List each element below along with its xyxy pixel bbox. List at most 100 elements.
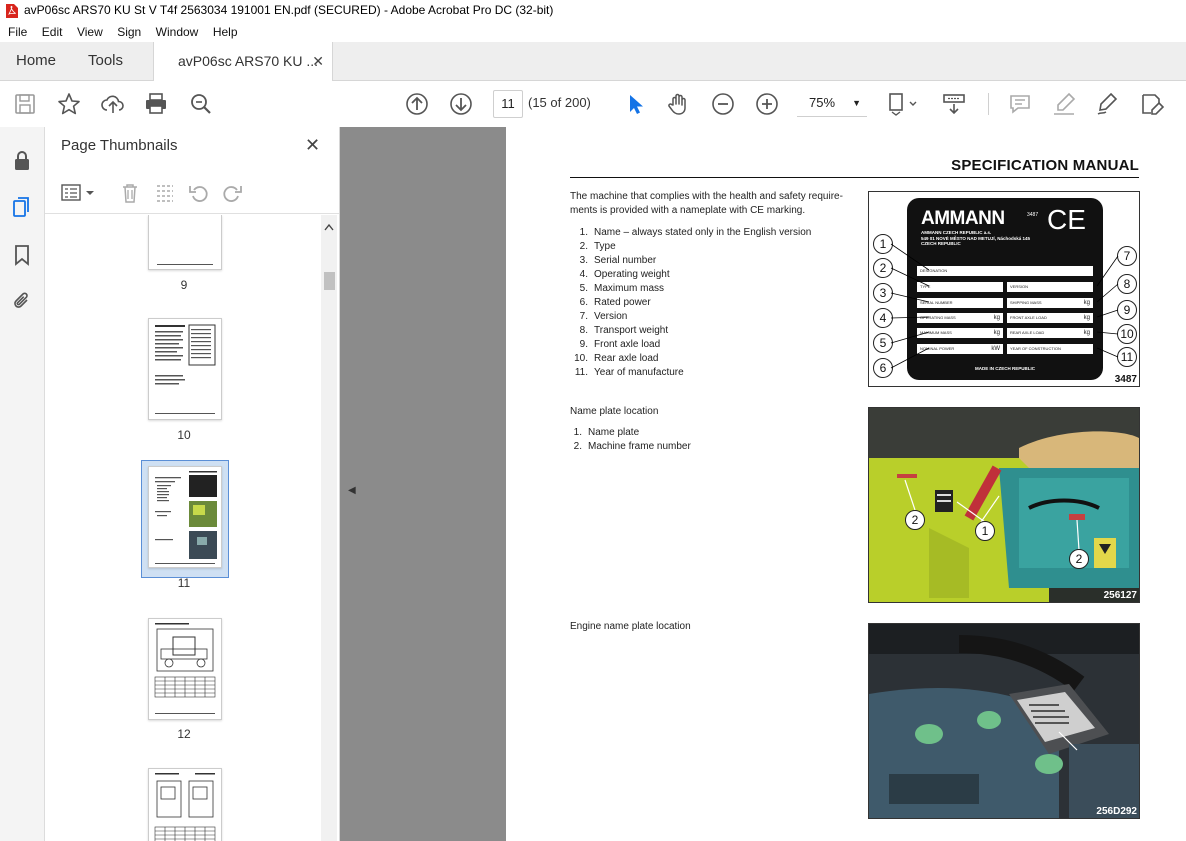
scroll-mode-icon[interactable]	[941, 91, 967, 117]
list-item: 8. Transport weight	[579, 325, 669, 336]
figure-code: 256D292	[1096, 806, 1137, 817]
scrollbar-thumb[interactable]	[324, 272, 335, 290]
acrobat-pdf-icon	[6, 4, 18, 18]
lock-icon[interactable]	[10, 149, 34, 173]
bookmark-star-icon[interactable]	[56, 91, 82, 117]
list-item: 9. Front axle load	[579, 339, 661, 350]
title-bar: avP06sc ARS70 KU St V T4f 2563034 191001…	[0, 0, 1186, 22]
heading-rule	[570, 177, 1139, 178]
intro-paragraph: The machine that complies with the healt…	[570, 190, 850, 218]
chevron-down-icon: ▼	[852, 98, 861, 108]
page-number-input[interactable]: 11	[493, 90, 523, 118]
list-item: 3. Serial number	[579, 255, 657, 266]
window-title: avP06sc ARS70 KU St V T4f 2563034 191001…	[24, 3, 554, 17]
panel-title: Page Thumbnails	[61, 137, 178, 154]
figure-code: 256127	[1103, 590, 1137, 601]
nameplate-items-list: 1. Name – always stated only in the Engli…	[570, 226, 811, 380]
bookmarks-icon[interactable]	[10, 243, 34, 267]
thumbnail-label: 12	[177, 727, 191, 741]
collapse-panel-icon[interactable]: ◀	[348, 485, 356, 496]
list-item: 5. Maximum mass	[579, 283, 665, 294]
zoom-out-icon[interactable]	[710, 91, 736, 117]
rotate-counterclockwise-icon[interactable]	[188, 182, 210, 204]
nameplate-figure: AMMANN 3487 CE AMMANN CZECH REPUBLIC a.s…	[868, 191, 1140, 387]
highlight-pen-icon[interactable]	[1051, 91, 1077, 117]
list-item: 1. Name plate	[573, 427, 640, 438]
toolbar-separator	[988, 93, 989, 115]
zoom-in-icon[interactable]	[754, 91, 780, 117]
hand-tool-icon[interactable]	[666, 91, 692, 117]
thumbnail-list: 9 10 11 12	[45, 215, 320, 841]
menu-help[interactable]: Help	[213, 22, 238, 42]
list-item: 4. Operating weight	[579, 269, 670, 280]
callout-leader-lines	[904, 479, 1080, 551]
list-item: 10. Rear axle load	[574, 353, 659, 364]
engine-plate-location-photo: 256D292	[868, 623, 1140, 819]
thumbnail-scrollbar[interactable]	[321, 215, 337, 841]
section-heading-engine-plate: Engine name plate location	[570, 621, 691, 632]
page-thumbnails-panel: Page Thumbnails ✕ 9 10 11 12	[45, 127, 340, 841]
list-item: 7. Version	[579, 311, 628, 322]
thumbnail-label: 11	[177, 576, 191, 590]
thumbnail-label: 10	[177, 428, 191, 442]
comment-icon[interactable]	[1007, 91, 1033, 117]
pdf-page: SPECIFICATION MANUAL The machine that co…	[506, 127, 1186, 841]
page-thumbnail-selected[interactable]	[148, 466, 222, 568]
zoom-level-value: 75%	[809, 95, 836, 110]
menu-sign[interactable]: Sign	[117, 22, 141, 42]
page-thumbnail[interactable]	[148, 318, 222, 420]
page-thumbnail[interactable]	[148, 768, 222, 841]
scroll-up-icon[interactable]	[324, 223, 334, 231]
menu-window[interactable]: Window	[156, 22, 199, 42]
list-item: 6. Rated power	[579, 297, 651, 308]
panel-toolbar	[45, 173, 339, 214]
tab-bar: Home Tools avP06sc ARS70 KU ... ✕	[0, 42, 1186, 81]
tab-tools[interactable]: Tools	[88, 42, 123, 80]
next-page-icon[interactable]	[448, 91, 474, 117]
close-panel-icon[interactable]: ✕	[305, 135, 320, 156]
zoom-search-icon[interactable]	[188, 91, 214, 117]
previous-page-icon[interactable]	[404, 91, 430, 117]
left-rail	[0, 127, 45, 841]
rotate-clockwise-icon[interactable]	[221, 182, 243, 204]
page-thumbnails-icon[interactable]	[10, 195, 34, 219]
select-cursor-icon[interactable]	[622, 91, 648, 117]
callout-2: 2	[905, 510, 925, 530]
sign-pen-icon[interactable]	[1095, 91, 1121, 117]
close-tab-icon[interactable]: ✕	[312, 42, 324, 80]
figure-code: 3487	[1114, 374, 1137, 385]
location-items-list: 1. Name plate 2. Machine frame number	[570, 426, 691, 454]
fill-sign-icon[interactable]	[1139, 91, 1165, 117]
zoom-level-select[interactable]: 75% ▼	[797, 90, 867, 117]
callout-2: 2	[1069, 549, 1089, 569]
page-thumbnail[interactable]	[148, 618, 222, 720]
page-thumbnail[interactable]	[148, 215, 222, 270]
document-view[interactable]: ◀ SPECIFICATION MANUAL The machine that …	[340, 127, 1186, 841]
save-icon[interactable]	[12, 91, 38, 117]
toolbar: 11 (15 of 200) 75% ▼	[0, 81, 1186, 128]
menu-file[interactable]: File	[8, 22, 27, 42]
delete-page-icon[interactable]	[119, 182, 141, 204]
tab-home[interactable]: Home	[16, 42, 56, 80]
thumbnail-options-icon[interactable]	[61, 182, 97, 204]
name-plate-location-photo: 2 1 2 256127	[868, 407, 1140, 603]
thumbnail-label: 9	[180, 278, 188, 292]
upload-cloud-icon[interactable]	[100, 91, 126, 117]
list-item: 1. Name – always stated only in the Engli…	[579, 227, 812, 238]
list-item: 2. Type	[579, 241, 616, 252]
attachments-paperclip-icon[interactable]	[10, 289, 34, 313]
menu-edit[interactable]: Edit	[42, 22, 63, 42]
page-heading: SPECIFICATION MANUAL	[951, 157, 1139, 174]
intro-line: ments is provided with a nameplate with …	[570, 205, 806, 216]
tab-document[interactable]: avP06sc ARS70 KU ... ✕	[153, 42, 333, 81]
menu-view[interactable]: View	[77, 22, 103, 42]
list-item: 2. Machine frame number	[573, 441, 691, 452]
menu-bar: File Edit View Sign Window Help	[0, 22, 1186, 42]
page-fit-icon[interactable]	[886, 91, 920, 117]
page-count: (15 of 200)	[528, 95, 591, 110]
callout-leader-lines	[1058, 731, 1078, 751]
print-icon[interactable]	[143, 91, 169, 117]
extract-pages-icon[interactable]	[154, 182, 176, 204]
list-item: 11. Year of manufacture	[574, 367, 684, 378]
intro-line: The machine that complies with the healt…	[570, 191, 843, 202]
